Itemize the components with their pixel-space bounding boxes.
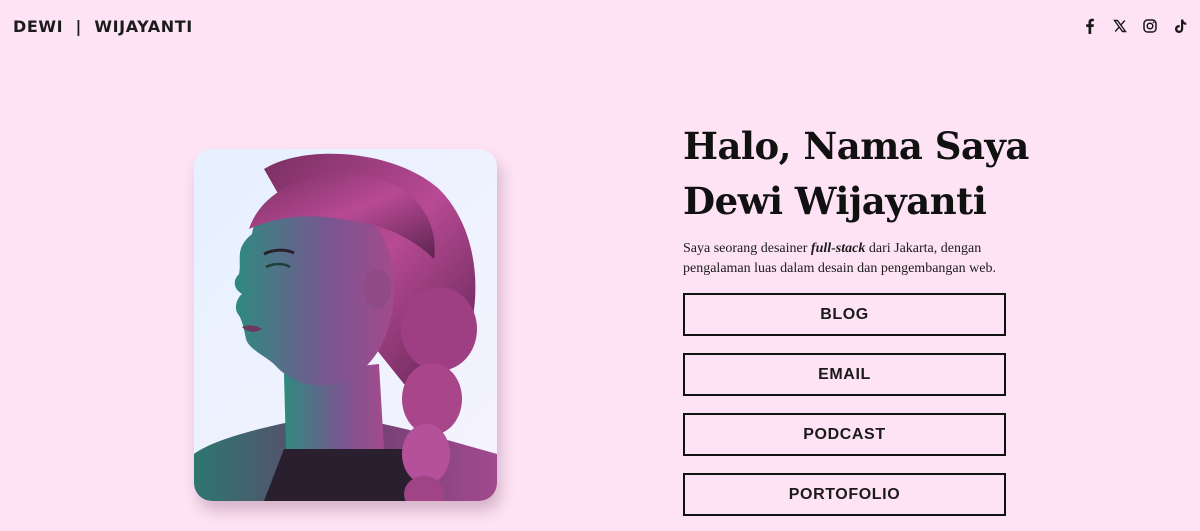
hero-title: Halo, Nama Saya Dewi Wijayanti [683, 119, 1043, 229]
intro-emphasis: full-stack [810, 241, 866, 256]
hero-intro: Saya seorang desainer full-stack dari Ja… [683, 239, 1023, 279]
portfolio-button[interactable]: PORTOFOLIO [683, 473, 1006, 516]
email-button[interactable]: EMAIL [683, 353, 1006, 396]
site-brand[interactable]: DEWI | WIJAYANTI [13, 17, 193, 36]
facebook-icon[interactable] [1082, 18, 1098, 34]
link-buttons: BLOG EMAIL PODCAST PORTOFOLIO [683, 293, 1006, 516]
hero-title-line2: Dewi Wijayanti [683, 179, 987, 223]
profile-photo [194, 149, 497, 501]
intro-text-before: Saya seorang desainer [683, 241, 811, 256]
social-links [1082, 18, 1188, 34]
x-twitter-icon[interactable] [1112, 18, 1128, 34]
instagram-icon[interactable] [1142, 18, 1158, 34]
podcast-button[interactable]: PODCAST [683, 413, 1006, 456]
hero-title-line1: Halo, Nama Saya [683, 124, 1029, 168]
hero-section: Halo, Nama Saya Dewi Wijayanti Saya seor… [683, 119, 1043, 279]
blog-button[interactable]: BLOG [683, 293, 1006, 336]
tiktok-icon[interactable] [1172, 18, 1188, 34]
